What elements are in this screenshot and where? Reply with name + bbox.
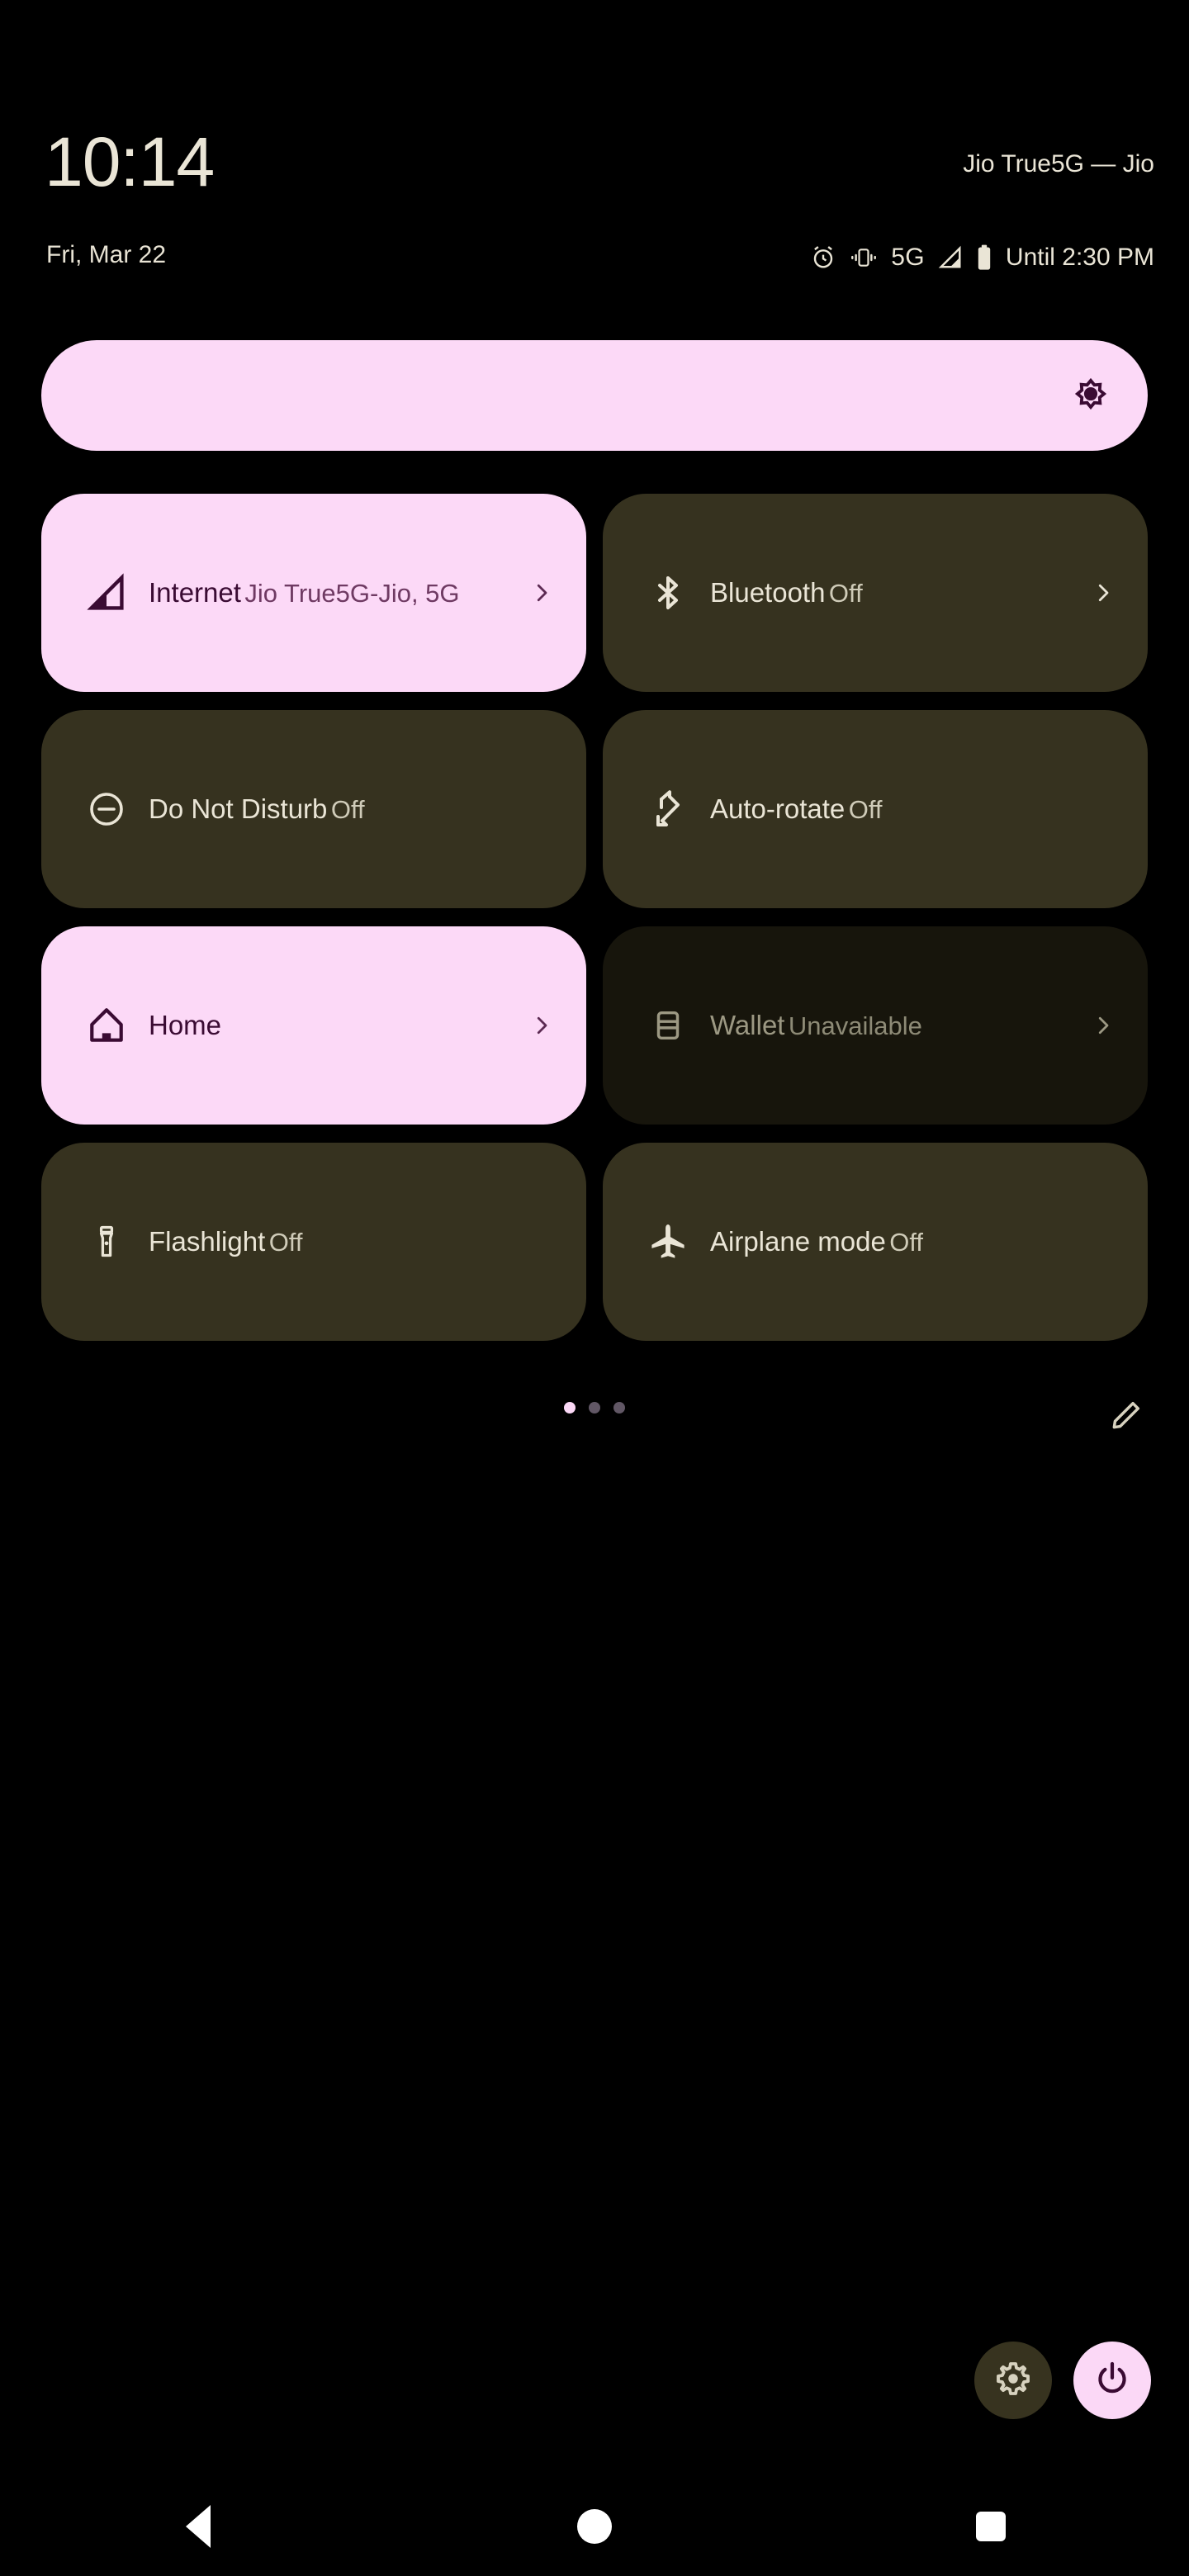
power-icon xyxy=(1093,2360,1131,2402)
gear-icon xyxy=(994,2360,1032,2402)
chevron-right-icon[interactable] xyxy=(525,1013,558,1038)
edit-tiles-button[interactable] xyxy=(1103,1394,1149,1440)
tile-text-block: Home xyxy=(149,1009,525,1042)
tile-subtitle: Unavailable xyxy=(788,1011,922,1040)
tile-text-block: Auto-rotate Off xyxy=(710,793,1120,826)
home-nav-icon xyxy=(577,2509,612,2544)
tile-label: Flashlight xyxy=(149,1225,266,1257)
tile-label: Wallet xyxy=(710,1009,785,1040)
tile-label: Internet xyxy=(149,576,241,608)
home-icon xyxy=(79,1005,134,1046)
home-button[interactable] xyxy=(545,2489,644,2564)
quick-tile-bluetooth[interactable]: Bluetooth Off xyxy=(603,494,1148,692)
status-date: Fri, Mar 22 xyxy=(46,241,167,268)
tile-label: Home xyxy=(149,1010,222,1040)
signal-icon xyxy=(938,245,963,270)
tile-text-block: Internet Jio True5G-Jio, 5G xyxy=(149,576,525,610)
tile-label: Airplane mode xyxy=(710,1225,886,1257)
tile-subtitle: Off xyxy=(828,578,863,608)
recents-icon xyxy=(976,2512,1006,2541)
quick-tile-internet[interactable]: Internet Jio True5G-Jio, 5G xyxy=(41,494,586,692)
back-button[interactable] xyxy=(149,2489,248,2564)
tile-text-block: Do Not Disturb Off xyxy=(149,793,558,826)
battery-status-label: Until 2:30 PM xyxy=(1005,244,1154,271)
tile-text-block: Airplane mode Off xyxy=(710,1225,1120,1259)
brightness-icon xyxy=(1072,375,1110,417)
tile-label: Auto-rotate xyxy=(710,793,846,824)
quick-tile-home[interactable]: Home xyxy=(41,926,586,1125)
quick-tile-flashlight[interactable]: Flashlight Off xyxy=(41,1143,586,1341)
status-clock: 10:14 xyxy=(45,123,215,201)
status-icon-row: 5G Until 2:30 PM xyxy=(810,244,1154,271)
chevron-right-icon[interactable] xyxy=(1087,580,1120,605)
alarm-icon xyxy=(810,244,836,271)
tile-subtitle: Jio True5G-Jio, 5G xyxy=(244,578,460,608)
power-button[interactable] xyxy=(1073,2342,1151,2419)
battery-icon xyxy=(976,244,992,271)
flashlight-icon xyxy=(79,1224,134,1260)
pencil-edit-icon xyxy=(1108,1397,1144,1437)
tile-subtitle: Off xyxy=(268,1227,303,1257)
page-indicator-row xyxy=(0,1390,1189,1440)
chevron-right-icon[interactable] xyxy=(525,580,558,605)
page-dot-3[interactable] xyxy=(613,1402,625,1413)
page-dot-1[interactable] xyxy=(564,1402,576,1413)
tile-text-block: Wallet Unavailable xyxy=(710,1009,1087,1043)
navigation-bar xyxy=(0,2477,1189,2576)
auto-rotate-icon xyxy=(641,789,695,829)
airplane-icon xyxy=(641,1221,695,1262)
status-header: 10:14 Fri, Mar 22 Jio True5G — Jio 5G Un… xyxy=(0,0,1189,314)
tile-subtitle: Off xyxy=(330,794,365,824)
page-dot-2[interactable] xyxy=(589,1402,600,1413)
do-not-disturb-icon xyxy=(79,789,134,829)
quick-settings-panel: 10:14 Fri, Mar 22 Jio True5G — Jio 5G Un… xyxy=(0,0,1189,2576)
signal-cellular-icon xyxy=(79,571,134,614)
tile-text-block: Flashlight Off xyxy=(149,1225,558,1259)
recents-button[interactable] xyxy=(941,2489,1040,2564)
quick-tile-wallet[interactable]: Wallet Unavailable xyxy=(603,926,1148,1125)
footer-button-row xyxy=(974,2342,1151,2419)
page-dots[interactable] xyxy=(564,1402,625,1413)
carrier-label: Jio True5G — Jio xyxy=(963,150,1154,178)
tile-text-block: Bluetooth Off xyxy=(710,576,1087,610)
back-icon xyxy=(186,2505,211,2548)
tile-label: Bluetooth xyxy=(710,576,826,608)
vibrate-icon xyxy=(850,245,878,270)
tile-label: Do Not Disturb xyxy=(149,793,328,824)
wallet-card-icon xyxy=(641,1006,695,1044)
tile-subtitle: Off xyxy=(889,1227,924,1257)
settings-button[interactable] xyxy=(974,2342,1052,2419)
quick-tile-do-not-disturb[interactable]: Do Not Disturb Off xyxy=(41,710,586,908)
brightness-slider[interactable] xyxy=(41,340,1148,451)
quick-tile-airplane-mode[interactable]: Airplane mode Off xyxy=(603,1143,1148,1341)
quick-settings-tile-grid: Internet Jio True5G-Jio, 5G Bluetooth Of… xyxy=(41,494,1148,1341)
tile-subtitle: Off xyxy=(848,794,883,824)
network-type-label: 5G xyxy=(891,244,925,271)
bluetooth-icon xyxy=(641,573,695,613)
quick-tile-auto-rotate[interactable]: Auto-rotate Off xyxy=(603,710,1148,908)
chevron-right-icon[interactable] xyxy=(1087,1013,1120,1038)
